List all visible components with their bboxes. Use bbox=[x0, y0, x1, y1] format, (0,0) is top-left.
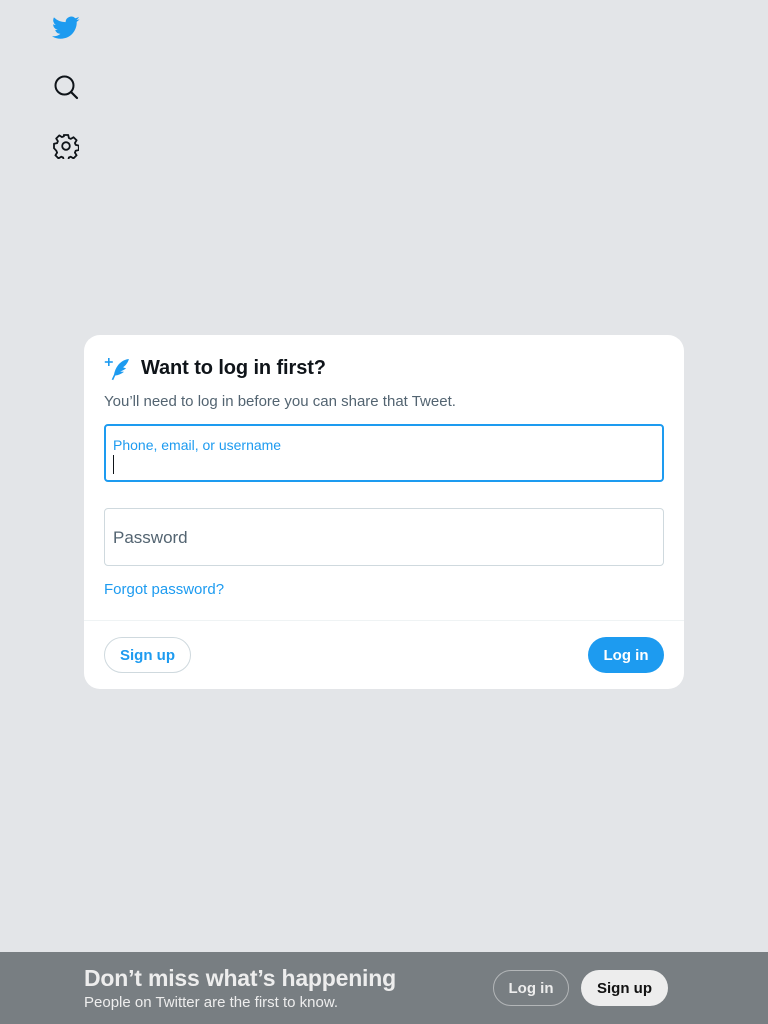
banner-login-button[interactable]: Log in bbox=[493, 970, 569, 1006]
dialog-signup-button[interactable]: Sign up bbox=[104, 637, 191, 673]
dialog-login-button[interactable]: Log in bbox=[588, 637, 664, 673]
forgot-password-link[interactable]: Forgot password? bbox=[104, 581, 224, 598]
phone-email-username-field[interactable]: Phone, email, or username bbox=[104, 424, 664, 482]
feather-plus-icon bbox=[104, 354, 132, 382]
dialog-divider bbox=[84, 620, 684, 621]
banner-headline: Don’t miss what’s happening bbox=[84, 965, 396, 991]
phone-field-label: Phone, email, or username bbox=[113, 437, 282, 453]
dialog-subtitle: You’ll need to log in before you can sha… bbox=[104, 393, 456, 410]
dialog-header: Want to log in first? bbox=[104, 355, 664, 381]
password-field[interactable]: Password bbox=[104, 508, 664, 566]
search-icon[interactable] bbox=[50, 71, 82, 103]
login-prompt-dialog: Want to log in first? You’ll need to log… bbox=[84, 335, 684, 689]
banner-subtext: People on Twitter are the first to know. bbox=[84, 994, 339, 1011]
text-caret bbox=[113, 455, 114, 474]
password-field-label: Password bbox=[113, 528, 188, 547]
dialog-title: Want to log in first? bbox=[141, 356, 326, 379]
signup-banner: Don’t miss what’s happening People on Tw… bbox=[0, 952, 768, 1024]
banner-signup-button[interactable]: Sign up bbox=[581, 970, 668, 1006]
gear-icon[interactable] bbox=[50, 130, 82, 162]
twitter-logo-icon[interactable] bbox=[50, 12, 82, 44]
